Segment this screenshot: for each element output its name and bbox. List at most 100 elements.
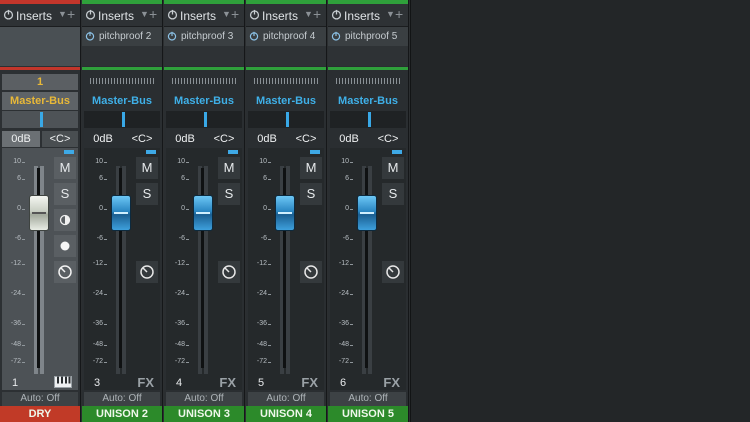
inserts-header[interactable]: Inserts ▼ +	[82, 4, 162, 27]
pan-readout[interactable]: <C>	[288, 131, 324, 147]
chevron-down-icon[interactable]: ▼	[140, 9, 149, 19]
add-insert-icon[interactable]: +	[149, 6, 157, 22]
scale-label: -6	[14, 235, 26, 242]
scale-label: 10	[13, 158, 25, 165]
volume-fader[interactable]	[29, 195, 49, 231]
automation-mode[interactable]: Auto: Off	[166, 392, 242, 406]
chevron-down-icon[interactable]: ▼	[222, 9, 231, 19]
automation-mode[interactable]: Auto: Off	[248, 392, 324, 406]
volume-readout[interactable]: 0dB	[84, 131, 122, 147]
volume-fader[interactable]	[193, 195, 213, 231]
volume-fader[interactable]	[357, 195, 377, 231]
solo-button[interactable]: S	[382, 183, 404, 205]
automation-mode[interactable]: Auto: Off	[2, 392, 78, 406]
chevron-down-icon[interactable]: ▼	[58, 9, 67, 19]
power-icon[interactable]	[85, 9, 96, 20]
automation-mode[interactable]: Auto: Off	[84, 392, 160, 406]
pan-readout[interactable]: <C>	[124, 131, 160, 147]
scale-label: 0	[99, 205, 107, 212]
power-icon[interactable]	[167, 31, 177, 41]
volume-fader[interactable]	[111, 195, 131, 231]
output-bus-selector[interactable]: Master-Bus	[2, 92, 78, 110]
insert-slot-empty[interactable]	[164, 46, 244, 66]
channel-name[interactable]: UNISON 5	[328, 406, 408, 422]
power-icon[interactable]	[331, 9, 342, 20]
pan-slider[interactable]	[84, 111, 160, 128]
power-icon[interactable]	[3, 9, 14, 20]
insert-slot[interactable]: pitchproof 4	[246, 27, 326, 46]
pan-readout[interactable]: <C>	[206, 131, 242, 147]
power-icon[interactable]	[249, 9, 260, 20]
power-icon[interactable]	[167, 9, 178, 20]
add-insert-icon[interactable]: +	[67, 6, 75, 22]
insert-plugin-name[interactable]: pitchproof 2	[99, 31, 151, 42]
scale-label: -36	[92, 320, 108, 327]
mute-button[interactable]: M	[300, 157, 322, 179]
volume-readout[interactable]: 0dB	[330, 131, 368, 147]
insert-plugin-name[interactable]: pitchproof 4	[263, 31, 315, 42]
insert-slot-empty[interactable]	[82, 46, 162, 66]
pan-indicator	[40, 112, 43, 127]
solo-button[interactable]: S	[300, 183, 322, 205]
mute-button[interactable]: M	[136, 157, 158, 179]
volume-readout[interactable]: 0dB	[166, 131, 204, 147]
mute-button[interactable]: M	[382, 157, 404, 179]
pan-slider[interactable]	[248, 111, 324, 128]
input-gain-knob[interactable]	[382, 261, 404, 283]
fx-button[interactable]: FX	[383, 375, 400, 390]
volume-fader[interactable]	[275, 195, 295, 231]
add-insert-icon[interactable]: +	[395, 6, 403, 22]
pan-slider[interactable]	[166, 111, 242, 128]
chevron-down-icon[interactable]: ▼	[304, 9, 313, 19]
scale-label: -6	[178, 235, 190, 242]
volume-readout[interactable]: 0dB	[248, 131, 286, 147]
insert-slot-empty[interactable]	[328, 46, 408, 66]
insert-plugin-name[interactable]: pitchproof 5	[345, 31, 397, 42]
input-gain-knob[interactable]	[136, 261, 158, 283]
output-bus-selector[interactable]: Master-Bus	[330, 92, 406, 110]
fx-button[interactable]: FX	[137, 375, 154, 390]
insert-slot-empty[interactable]	[0, 27, 80, 66]
output-bus-selector[interactable]: Master-Bus	[248, 92, 324, 110]
channel-name[interactable]: DRY	[0, 406, 80, 422]
volume-readout[interactable]: 0dB	[2, 131, 40, 147]
add-insert-icon[interactable]: +	[313, 6, 321, 22]
input-gain-knob[interactable]	[54, 261, 76, 283]
insert-plugin-name[interactable]: pitchproof 3	[181, 31, 233, 42]
monitor-button[interactable]	[54, 209, 76, 231]
solo-button[interactable]: S	[218, 183, 240, 205]
automation-mode[interactable]: Auto: Off	[330, 392, 406, 406]
power-icon[interactable]	[249, 31, 259, 41]
inserts-header[interactable]: Inserts ▼ +	[164, 4, 244, 27]
channel-name[interactable]: UNISON 3	[164, 406, 244, 422]
output-bus-selector[interactable]: Master-Bus	[84, 92, 160, 110]
input-gain-knob[interactable]	[300, 261, 322, 283]
solo-button[interactable]: S	[54, 183, 76, 205]
pan-slider[interactable]	[2, 111, 78, 128]
add-insert-icon[interactable]: +	[231, 6, 239, 22]
inserts-header[interactable]: Inserts ▼ +	[0, 4, 80, 27]
inserts-header[interactable]: Inserts ▼ +	[328, 4, 408, 27]
power-icon[interactable]	[85, 31, 95, 41]
output-bus-selector[interactable]: Master-Bus	[166, 92, 242, 110]
keyboard-icon[interactable]	[54, 376, 72, 388]
record-arm-button[interactable]	[54, 235, 76, 257]
pan-slider[interactable]	[330, 111, 406, 128]
channel-name[interactable]: UNISON 4	[246, 406, 326, 422]
channel-name[interactable]: UNISON 2	[82, 406, 162, 422]
mute-button[interactable]: M	[54, 157, 76, 179]
pan-readout[interactable]: <C>	[42, 131, 78, 147]
solo-button[interactable]: S	[136, 183, 158, 205]
inserts-header[interactable]: Inserts ▼ +	[246, 4, 326, 27]
mute-button[interactable]: M	[218, 157, 240, 179]
chevron-down-icon[interactable]: ▼	[386, 9, 395, 19]
input-gain-knob[interactable]	[218, 261, 240, 283]
fx-button[interactable]: FX	[301, 375, 318, 390]
power-icon[interactable]	[331, 31, 341, 41]
insert-slot[interactable]: pitchproof 5	[328, 27, 408, 46]
pan-readout[interactable]: <C>	[370, 131, 406, 147]
insert-slot[interactable]: pitchproof 3	[164, 27, 244, 46]
insert-slot-empty[interactable]	[246, 46, 326, 66]
insert-slot[interactable]: pitchproof 2	[82, 27, 162, 46]
fx-button[interactable]: FX	[219, 375, 236, 390]
